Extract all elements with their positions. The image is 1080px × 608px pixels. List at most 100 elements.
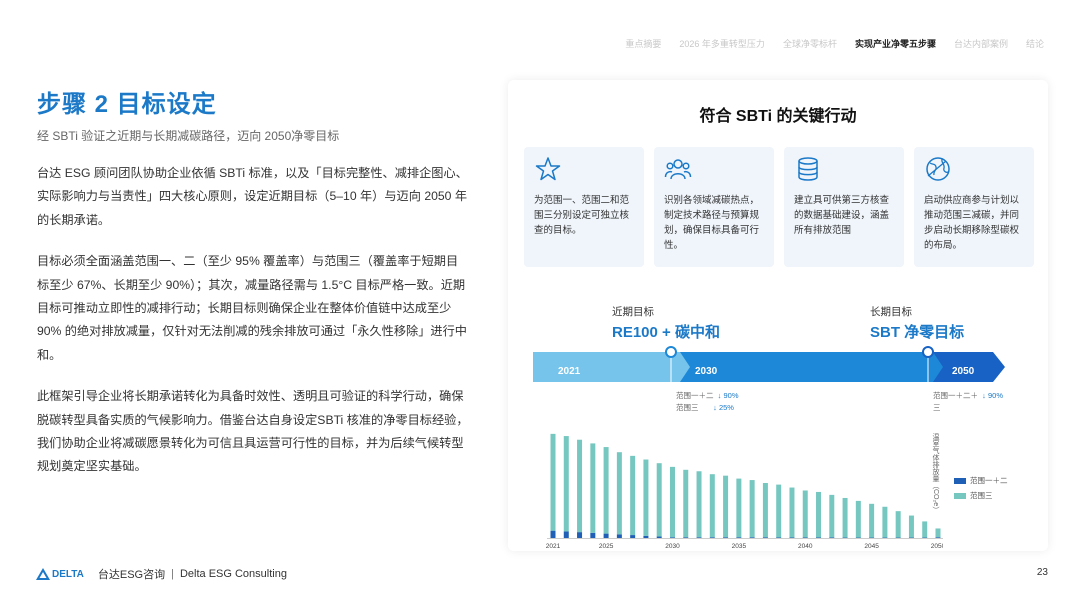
- near-term-goal: RE100 + 碳中和: [612, 324, 720, 341]
- x-tick-label: 2035: [732, 543, 747, 550]
- long-term-reduction: 范围一＋二＋ ↓ 90% 三: [933, 390, 1003, 414]
- bar-2029: [656, 536, 662, 538]
- bar-2037: [762, 537, 768, 538]
- nav-item-five-steps[interactable]: 实现产业净零五步骤: [855, 37, 936, 50]
- database-icon: [798, 157, 818, 181]
- bar-2050: [935, 528, 941, 538]
- long-term-marker: [922, 346, 934, 358]
- bar-2039: [789, 537, 795, 538]
- reduction-value: 90%: [723, 391, 739, 400]
- bar-2033: [709, 474, 715, 538]
- bar-2039: [789, 487, 795, 538]
- reduction-value: 90%: [988, 391, 1004, 400]
- bar-2032: [696, 537, 702, 538]
- bar-2022: [563, 436, 569, 532]
- delta-logo: DELTA: [36, 568, 84, 580]
- bar-2049: [922, 521, 928, 538]
- globe-icon: [926, 157, 950, 181]
- star-icon: [535, 157, 561, 181]
- bar-2041: [816, 491, 822, 538]
- sbti-actions-panel: 符合 SBTi 的关键行动 为范围一、范围二和范围三分别设定可独立核查的目标。 …: [508, 80, 1048, 551]
- arrow-down-icon: ↓: [713, 403, 717, 412]
- bar-2034: [723, 475, 729, 538]
- nav-item-conclusion[interactable]: 结论: [1026, 37, 1044, 50]
- reduction-scope: 范围一＋二: [676, 391, 714, 400]
- x-tick-label: 2050: [931, 543, 943, 550]
- reduction-scope: 范围一＋二＋: [933, 391, 978, 400]
- x-tick-label: 2030: [665, 543, 680, 550]
- bar-2047: [895, 511, 901, 538]
- timeline-year: 2050: [952, 366, 975, 377]
- chart-legend: 范围一＋二 范围三: [954, 475, 1008, 505]
- timeline-year: 2021: [558, 366, 581, 377]
- page-title: 步骤 2 目标设定: [37, 91, 217, 118]
- bar-2046: [882, 506, 888, 538]
- action-card-text: 识别各领域减碳热点，制定技术路径与预算规划，确保目标具备可行性。: [664, 195, 760, 251]
- action-card: 启动供应商参与计划以推动范围三减碳，并同步启动长期移除型碳权的布局。: [914, 147, 1034, 267]
- body-text: 台达 ESG 顾问团队协助企业依循 SBTi 标准，以及「目标完整性、减排企图心…: [37, 162, 469, 497]
- nav-item-pressure[interactable]: 2026 年多重转型压力: [679, 37, 765, 50]
- bar-2038: [776, 537, 782, 538]
- footer-brand-en: Delta ESG Consulting: [179, 568, 287, 580]
- reduction-value: 25%: [718, 403, 734, 412]
- legend-swatch: [954, 477, 966, 484]
- bar-2023: [577, 439, 583, 533]
- bar-2045: [869, 503, 875, 538]
- near-term-reductions: 范围一＋二 ↓ 90% 范围三 ↓ 25%: [676, 390, 739, 414]
- reduction-scope: 三: [933, 403, 941, 412]
- section-nav: 重点摘要 2026 年多重转型压力 全球净零标杆 实现产业净零五步骤 台达内部案…: [625, 37, 1044, 50]
- action-card-text: 为范围一、范围二和范围三分别设定可独立核查的目标。: [534, 195, 630, 236]
- long-term-label: 长期目标: [870, 306, 912, 318]
- bar-2031: [683, 537, 689, 538]
- bar-2036: [749, 480, 755, 538]
- bar-2034: [723, 537, 729, 538]
- bar-2023: [577, 532, 583, 538]
- x-tick-label: 2040: [798, 543, 813, 550]
- legend-item: 范围三: [954, 490, 1008, 501]
- bar-2021: [550, 433, 556, 531]
- bar-2028: [643, 535, 649, 538]
- bar-2044: [855, 500, 861, 538]
- bar-2038: [776, 484, 782, 538]
- page-number: 23: [1036, 567, 1048, 578]
- legend-item: 范围一＋二: [954, 475, 1008, 486]
- bar-2030: [669, 466, 675, 538]
- action-card-text: 启动供应商参与计划以推动范围三减碳，并同步启动长期移除型碳权的布局。: [924, 195, 1020, 251]
- bar-2050: [935, 537, 941, 538]
- bar-2040: [802, 490, 808, 538]
- bar-2042: [829, 494, 835, 538]
- footer-separator: |: [171, 568, 174, 580]
- timeline-year: 2030: [695, 366, 718, 377]
- bar-2025: [603, 533, 609, 538]
- nav-item-summary[interactable]: 重点摘要: [625, 37, 661, 50]
- bar-2031: [683, 469, 689, 538]
- action-card-text: 建立具可供第三方核查的数据基础建设，涵盖所有排放范围: [794, 195, 890, 236]
- legend-swatch: [954, 492, 966, 499]
- paragraph: 目标必须全面涵盖范围一、二（至少 95% 覆盖率）与范围三（覆盖率于短期目标至少…: [37, 254, 467, 362]
- reduction-scope: 范围三: [676, 403, 699, 412]
- nav-item-benchmark[interactable]: 全球净零标杆: [783, 37, 837, 50]
- people-icon: [664, 159, 692, 180]
- bar-2028: [643, 459, 649, 536]
- near-term-marker: [665, 346, 677, 358]
- bar-2027: [630, 455, 636, 536]
- bar-2021: [550, 530, 556, 538]
- nav-item-case[interactable]: 台达内部案例: [954, 37, 1008, 50]
- action-card: 为范围一、范围二和范围三分别设定可独立核查的目标。: [524, 147, 644, 267]
- bar-2026: [616, 534, 622, 538]
- action-card: 建立具可供第三方核查的数据基础建设，涵盖所有排放范围: [784, 147, 904, 267]
- bar-2042: [829, 537, 835, 538]
- long-term-goal: SBT 净零目标: [870, 324, 965, 341]
- bar-2033: [709, 537, 715, 538]
- bar-2025: [603, 447, 609, 534]
- action-card: 识别各领域减碳热点，制定技术路径与预算规划，确保目标具备可行性。: [654, 147, 774, 267]
- bar-2029: [656, 463, 662, 537]
- footer: DELTA 台达ESG咨询 | Delta ESG Consulting: [36, 566, 287, 582]
- bar-2032: [696, 471, 702, 538]
- emissions-bar-chart: 2021 2025 2030 2035 2040 2045 2050: [546, 433, 943, 550]
- x-tick-label: 2025: [599, 543, 614, 550]
- bar-2026: [616, 452, 622, 535]
- bar-2024: [590, 443, 596, 533]
- arrow-down-icon: ↓: [982, 391, 986, 400]
- footer-brand-cn: 台达ESG咨询: [97, 569, 166, 581]
